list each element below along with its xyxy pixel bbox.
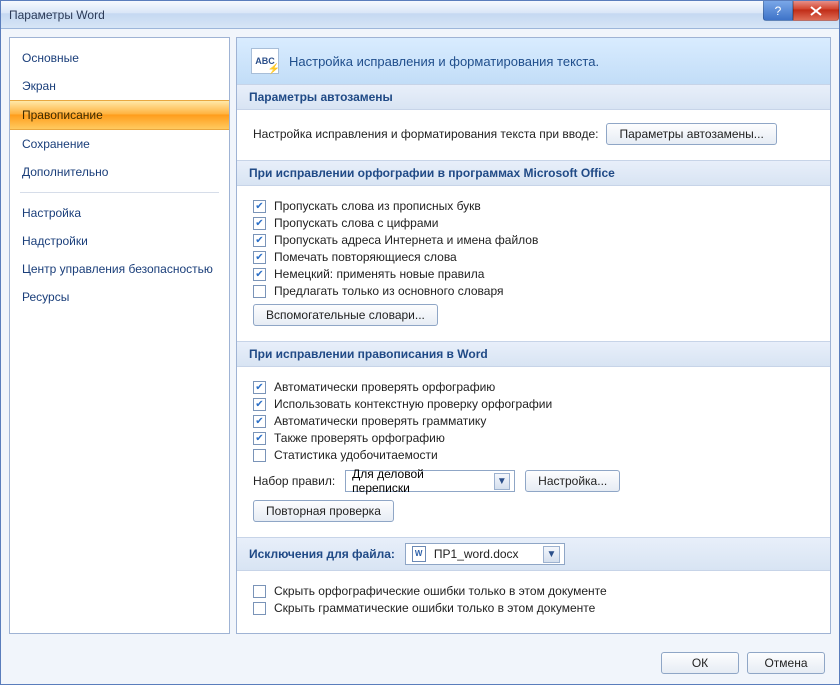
label-contextual: Использовать контекстную проверку орфогр… bbox=[274, 397, 552, 411]
rules-select[interactable]: Для деловой переписки ▼ bbox=[345, 470, 515, 492]
label-repeated: Помечать повторяющиеся слова bbox=[274, 250, 457, 264]
sidebar-item-trust[interactable]: Центр управления безопасностью bbox=[10, 255, 229, 283]
cancel-button[interactable]: Отмена bbox=[747, 652, 825, 674]
checkbox-hide-grammar[interactable] bbox=[253, 602, 266, 615]
close-icon bbox=[810, 6, 822, 16]
checkbox-contextual[interactable] bbox=[253, 398, 266, 411]
titlebar: Параметры Word ? bbox=[1, 1, 839, 29]
checkbox-repeated[interactable] bbox=[253, 251, 266, 264]
sidebar-item-save[interactable]: Сохранение bbox=[10, 130, 229, 158]
file-select[interactable]: ПР1_word.docx ▼ bbox=[405, 543, 565, 565]
label-also: Также проверять орфографию bbox=[274, 431, 445, 445]
checkbox-hide-spell[interactable] bbox=[253, 585, 266, 598]
sidebar-item-display[interactable]: Экран bbox=[10, 72, 229, 100]
label-hide-grammar: Скрыть грамматические ошибки только в эт… bbox=[274, 601, 595, 615]
checkbox-readability[interactable] bbox=[253, 449, 266, 462]
custom-dictionaries-button[interactable]: Вспомогательные словари... bbox=[253, 304, 438, 326]
checkbox-grammar[interactable] bbox=[253, 415, 266, 428]
label-readability: Статистика удобочитаемости bbox=[274, 448, 438, 462]
sidebar-item-customize[interactable]: Настройка bbox=[10, 199, 229, 227]
exceptions-title: Исключения для файла: bbox=[249, 547, 395, 561]
footer: ОК Отмена bbox=[1, 642, 839, 684]
sidebar-item-resources[interactable]: Ресурсы bbox=[10, 283, 229, 311]
label-german: Немецкий: применять новые правила bbox=[274, 267, 484, 281]
group-autocorrect-body: Настройка исправления и форматирования т… bbox=[237, 110, 830, 160]
rules-label: Набор правил: bbox=[253, 474, 335, 488]
checkbox-also[interactable] bbox=[253, 432, 266, 445]
checkbox-uppercase[interactable] bbox=[253, 200, 266, 213]
window-title: Параметры Word bbox=[9, 8, 105, 22]
label-uppercase: Пропускать слова из прописных букв bbox=[274, 199, 481, 213]
rules-settings-button[interactable]: Настройка... bbox=[525, 470, 620, 492]
sidebar-item-advanced[interactable]: Дополнительно bbox=[10, 158, 229, 186]
sidebar: Основные Экран Правописание Сохранение Д… bbox=[9, 37, 230, 634]
autocorrect-options-button[interactable]: Параметры автозамены... bbox=[606, 123, 776, 145]
document-icon bbox=[412, 546, 426, 562]
dropdown-arrow-icon: ▼ bbox=[494, 473, 511, 490]
sidebar-item-addins[interactable]: Надстройки bbox=[10, 227, 229, 255]
checkbox-maindict[interactable] bbox=[253, 285, 266, 298]
group-office-spell-body: Пропускать слова из прописных букв Пропу… bbox=[237, 186, 830, 341]
checkbox-german[interactable] bbox=[253, 268, 266, 281]
label-grammar: Автоматически проверять грамматику bbox=[274, 414, 486, 428]
banner-text: Настройка исправления и форматирования т… bbox=[289, 54, 599, 69]
content-area: Основные Экран Правописание Сохранение Д… bbox=[1, 29, 839, 642]
group-exceptions-header: Исключения для файла: ПР1_word.docx ▼ bbox=[237, 537, 830, 571]
rules-value: Для деловой переписки bbox=[352, 467, 481, 495]
label-numbers: Пропускать слова с цифрами bbox=[274, 216, 438, 230]
checkbox-autospell[interactable] bbox=[253, 381, 266, 394]
label-autospell: Автоматически проверять орфографию bbox=[274, 380, 495, 394]
banner: ABC Настройка исправления и форматирован… bbox=[237, 38, 830, 84]
ok-button[interactable]: ОК bbox=[661, 652, 739, 674]
sidebar-item-general[interactable]: Основные bbox=[10, 44, 229, 72]
help-button[interactable]: ? bbox=[763, 1, 793, 21]
abc-icon: ABC bbox=[251, 48, 279, 74]
label-maindict: Предлагать только из основного словаря bbox=[274, 284, 503, 298]
group-office-spell-header: При исправлении орфографии в программах … bbox=[237, 160, 830, 186]
checkbox-urls[interactable] bbox=[253, 234, 266, 247]
autocorrect-desc: Настройка исправления и форматирования т… bbox=[253, 127, 598, 141]
recheck-button[interactable]: Повторная проверка bbox=[253, 500, 394, 522]
sidebar-separator bbox=[20, 192, 219, 193]
title-buttons: ? bbox=[763, 1, 839, 21]
sidebar-item-proofing[interactable]: Правописание bbox=[10, 100, 229, 130]
group-autocorrect-header: Параметры автозамены bbox=[237, 84, 830, 110]
checkbox-numbers[interactable] bbox=[253, 217, 266, 230]
file-name: ПР1_word.docx bbox=[434, 547, 519, 561]
dropdown-arrow-icon: ▼ bbox=[543, 546, 560, 563]
group-word-spell-body: Автоматически проверять орфографию Испол… bbox=[237, 367, 830, 537]
close-button[interactable] bbox=[793, 1, 839, 21]
main-panel: ABC Настройка исправления и форматирован… bbox=[236, 37, 831, 634]
label-urls: Пропускать адреса Интернета и имена файл… bbox=[274, 233, 538, 247]
dialog-window: Параметры Word ? Основные Экран Правопис… bbox=[0, 0, 840, 685]
group-word-spell-header: При исправлении правописания в Word bbox=[237, 341, 830, 367]
group-exceptions-body: Скрыть орфографические ошибки только в э… bbox=[237, 571, 830, 630]
label-hide-spell: Скрыть орфографические ошибки только в э… bbox=[274, 584, 607, 598]
